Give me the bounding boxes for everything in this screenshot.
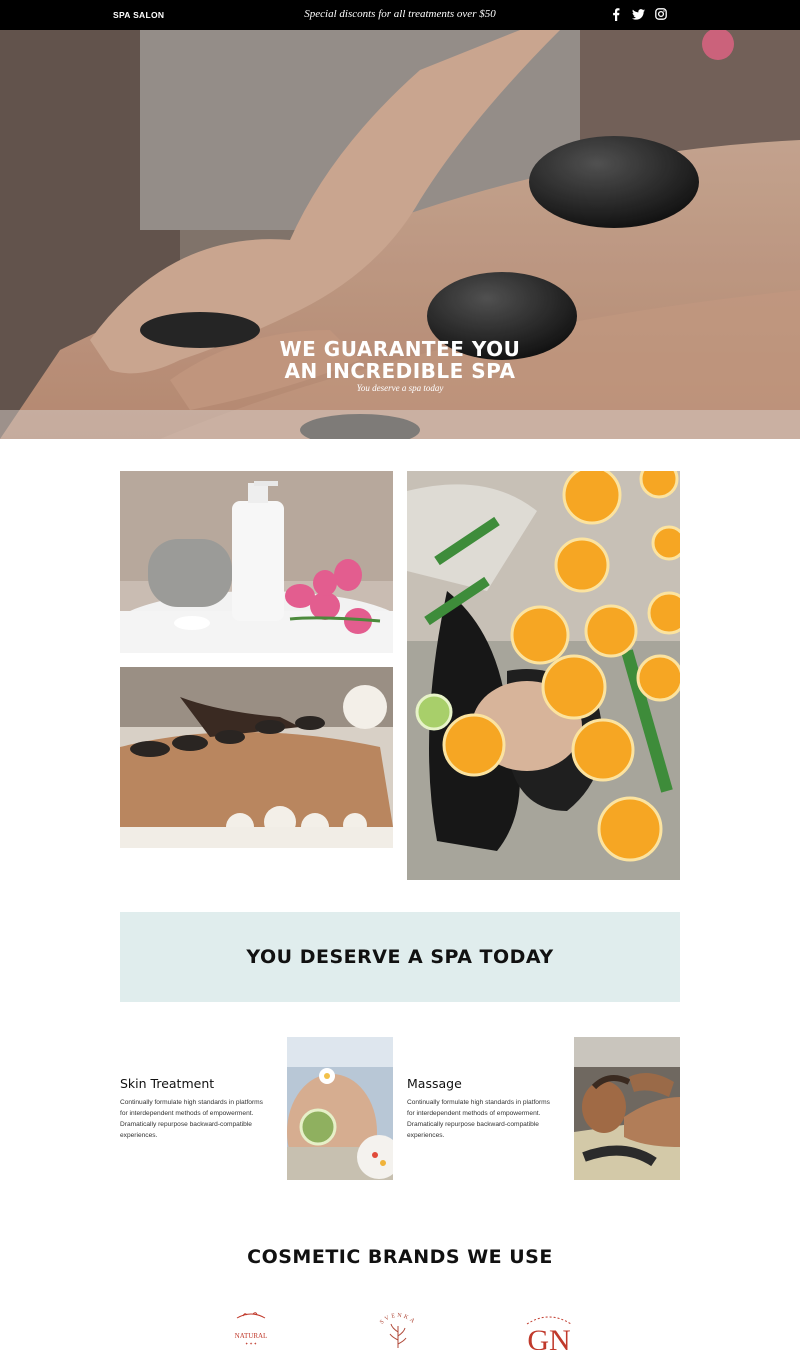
service-desc-massage: Continually formulate high standards in … [407, 1099, 550, 1139]
service-desc-skin: Continually formulate high standards in … [120, 1099, 263, 1139]
natural-logo-text: NATURAL [235, 1332, 268, 1340]
skin-treatment-image [287, 1037, 393, 1180]
hero-title: WE GUARANTEE YOU AN INCREDIBLE SPA [0, 338, 800, 382]
svg-text:SVENKA: SVENKA [379, 1313, 417, 1326]
hero-title-line2: AN INCREDIBLE SPA [284, 359, 516, 383]
natural-logo: NATURAL ✦ ✦ ✦ [229, 1308, 273, 1350]
svenka-logo: SVENKA [371, 1310, 425, 1350]
service-title-skin: Skin Treatment [120, 1076, 215, 1091]
brands-title: COSMETIC BRANDS WE USE [247, 1246, 553, 1268]
facebook-icon[interactable] [609, 7, 623, 21]
twitter-icon[interactable] [631, 7, 645, 21]
hero-section: WE GUARANTEE YOU AN INCREDIBLE SPA You d… [0, 30, 800, 439]
svg-text:✦ ✦ ✦: ✦ ✦ ✦ [245, 1341, 258, 1346]
gallery-photo-hot-stones [120, 667, 393, 848]
instagram-icon[interactable] [654, 7, 668, 21]
hero-subtitle: You deserve a spa today [356, 383, 444, 393]
gn-logo-text: GN [527, 1324, 570, 1350]
hot-stones-image [120, 667, 393, 848]
banner-text: YOU DESERVE A SPA TODAY [246, 946, 554, 968]
tagline-banner: YOU DESERVE A SPA TODAY [120, 912, 680, 1002]
gn-logo: GN [519, 1310, 579, 1350]
gallery-photo-products [120, 471, 393, 653]
service-photo-skin [287, 1037, 393, 1180]
citrus-bath-image [407, 471, 680, 880]
promo-text: Special disconts for all treatments over… [304, 8, 496, 20]
svenka-logo-text: SVENKA [379, 1313, 415, 1326]
gallery-photo-bath [407, 471, 680, 880]
massage-image [574, 1037, 680, 1180]
products-image [120, 471, 393, 653]
service-title-massage: Massage [407, 1076, 462, 1091]
service-photo-massage [574, 1037, 680, 1180]
top-bar: SPA SALON Special disconts for all treat… [0, 0, 800, 30]
hero-title-line1: WE GUARANTEE YOU [279, 337, 521, 361]
